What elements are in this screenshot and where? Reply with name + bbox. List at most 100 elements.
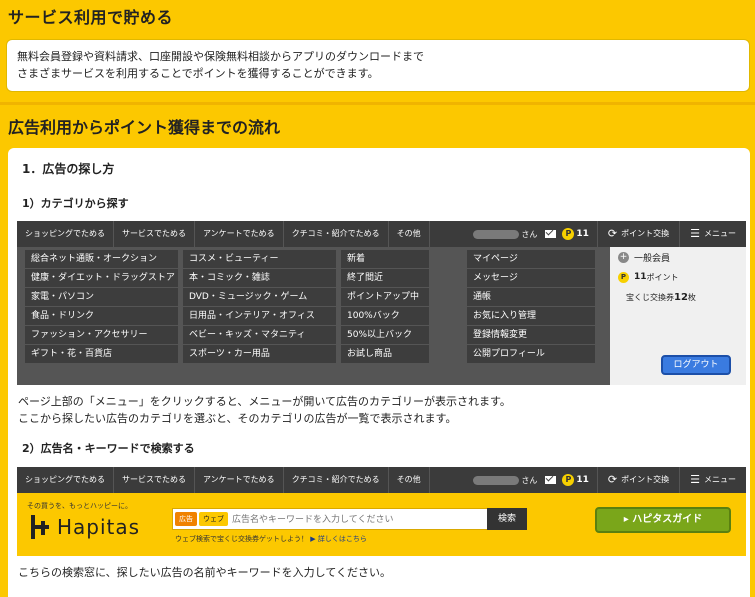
nav-tab-shopping[interactable]: ショッピングでためる [17,467,114,493]
web-search-note: ウェブ検索で宝くじ交換券ゲットしよう！ ▶ 詳しくはこちら [175,534,367,544]
nav-right: さん P 11 ⟳ ポイント交換 ☰ メニュー [473,467,746,493]
details-link[interactable]: ▶ 詳しくはこちら [310,535,367,543]
menu-item[interactable]: 公開プロフィール [467,345,595,363]
nav-tab-service[interactable]: サービスでためる [114,467,195,493]
username-blurred [473,475,520,485]
intro-box: 無料会員登録や資料請求、口座開設や保険無料相談からアプリのダウンロードまで さま… [6,39,750,92]
refresh-icon: ⟳ [607,227,618,240]
nav-tab-other[interactable]: その他 [389,221,430,247]
menu-item[interactable]: 50%以上バック [341,326,429,344]
nav-tab-service[interactable]: サービスでためる [114,221,195,247]
menu-item[interactable]: ファッション・アクセサリー [25,326,178,344]
point-exchange-button[interactable]: ⟳ ポイント交換 [596,467,679,493]
menu-item[interactable]: 日用品・インテリア・オフィス [183,307,336,325]
username-blurred [473,229,520,239]
points-unit: ポイント [646,272,679,282]
menu-explanation: ページ上部の「メニュー」をクリックすると、メニューが開いて広告のカテゴリーが表示… [18,393,511,427]
menu-item[interactable]: 総合ネット通販・オークション [25,250,178,268]
hamburger-icon: ☰ [690,473,700,486]
menu-column-features: 新着 終了間近 ポイントアップ中 100%バック 50%以上バック お試し商品 [341,250,429,364]
section-title-flow: 広告利用からポイント獲得までの流れ [8,118,281,137]
menu-item[interactable]: ギフト・花・百貨店 [25,345,178,363]
nav-tab-review[interactable]: クチコミ・紹介でためる [284,467,389,493]
lottery-count: 12 [674,291,688,303]
lottery-row: 宝くじ交換券 12 枚 [610,287,746,307]
menu-item[interactable]: 通帳 [467,288,595,306]
menu-column-account: マイページ メッセージ 通帳 お気に入り管理 登録情報変更 公開プロフィール [467,250,595,364]
plus-icon: + [618,251,629,263]
nav-tab-survey[interactable]: アンケートでためる [195,467,284,493]
subheading-search: 2）広告名・キーワードで検索する [22,442,195,455]
point-exchange-label: ポイント交換 [621,229,670,238]
menu-button[interactable]: ☰ メニュー [679,467,746,493]
menu-item[interactable]: お試し商品 [341,345,429,363]
mail-icon[interactable] [545,230,557,238]
menu-item[interactable]: ポイントアップ中 [341,288,429,306]
point-coin-icon: P [618,271,629,283]
hamburger-icon: ☰ [690,227,700,240]
search-screenshot: ショッピングでためる サービスでためる アンケートでためる クチコミ・紹介でため… [17,467,746,556]
search-tab-web[interactable]: ウェブ [199,512,228,526]
logo-mark-icon [27,515,51,539]
nav-right: さん P 11 ⟳ ポイント交換 ☰ メニュー [473,221,746,247]
user-suffix: さん [521,229,538,239]
points-row: P 11 ポイント [610,267,746,287]
point-exchange-label: ポイント交換 [621,475,670,484]
nav-tab-other[interactable]: その他 [389,467,430,493]
menu-item[interactable]: スポーツ・カー用品 [183,345,336,363]
nav-tab-survey[interactable]: アンケートでためる [195,221,284,247]
menu-item[interactable]: 終了間近 [341,269,429,287]
menu-item[interactable]: メッセージ [467,269,595,287]
lottery-unit: 枚 [687,292,696,302]
menu-item[interactable]: ベビー・キッズ・マタニティ [183,326,336,344]
menu-item[interactable]: 新着 [341,250,429,268]
web-note-text: ウェブ検索で宝くじ交換券ゲットしよう！ [175,535,308,543]
flow-content-box: 1．広告の探し方 1）カテゴリから探す ショッピングでためる サービスでためる … [8,148,750,597]
top-nav: ショッピングでためる サービスでためる アンケートでためる クチコミ・紹介でため… [17,467,746,493]
hapitas-logo[interactable]: Hapitas [27,515,140,539]
panel-points: 11 [634,272,647,282]
menu-item[interactable]: 食品・ドリンク [25,307,178,325]
menu-item[interactable]: お気に入り管理 [467,307,595,325]
menu-column-categories-2: コスメ・ビューティー 本・コミック・雑誌 DVD・ミュージック・ゲーム 日用品・… [183,250,336,364]
member-rank: 一般会員 [634,253,671,264]
menu-item[interactable]: DVD・ミュージック・ゲーム [183,288,336,306]
menu-column-categories: 総合ネット通販・オークション 健康・ダイエット・ドラッグストア 家電・パソコン … [25,250,178,364]
logo-tagline: その買うを、もっとハッピーに。 [27,502,132,510]
menu-item[interactable]: マイページ [467,250,595,268]
point-coin-icon: P [562,474,575,486]
search-banner: その買うを、もっとハッピーに。 Hapitas 広告 ウェブ 検索 ウェブ検索で… [17,493,746,556]
menu-item[interactable]: 健康・ダイエット・ドラッグストア [25,269,178,287]
explanation-line: ここから探したい広告のカテゴリを選ぶと、そのカテゴリの広告が一覧で表示されます。 [18,412,457,425]
menu-item[interactable]: 家電・パソコン [25,288,178,306]
search-explanation: こちらの検索窓に、探したい広告の名前やキーワードを入力してください。 [18,566,392,579]
logout-button[interactable]: ログアウト [661,355,731,375]
menu-item[interactable]: コスメ・ビューティー [183,250,336,268]
divider [0,102,755,105]
subheading-category: 1）カテゴリから探す [22,197,129,210]
section-title-service: サービス利用で貯める [8,8,174,27]
menu-item[interactable]: 本・コミック・雑誌 [183,269,336,287]
menu-label: メニュー [704,475,736,484]
nav-points: 11 [576,229,589,239]
lottery-label: 宝くじ交換券 [626,292,674,302]
nav-tab-review[interactable]: クチコミ・紹介でためる [284,221,389,247]
menu-item[interactable]: 100%バック [341,307,429,325]
search-box: 広告 ウェブ [172,508,502,530]
nav-points: 11 [576,475,589,485]
mail-icon[interactable] [545,476,557,484]
step-title: 1．広告の探し方 [22,162,115,176]
menu-label: メニュー [704,229,736,238]
search-tab-ad[interactable]: 広告 [175,512,197,526]
intro-line: 無料会員登録や資料請求、口座開設や保険無料相談からアプリのダウンロードまで [17,50,424,63]
guide-button[interactable]: ▸ ハピタスガイド [595,507,731,533]
menu-item[interactable]: 登録情報変更 [467,326,595,344]
explanation-line: ページ上部の「メニュー」をクリックすると、メニューが開いて広告のカテゴリーが表示… [18,395,511,408]
nav-tab-shopping[interactable]: ショッピングでためる [17,221,114,247]
menu-button[interactable]: ☰ メニュー [679,221,746,247]
menu-screenshot: ショッピングでためる サービスでためる アンケートでためる クチコミ・紹介でため… [17,221,746,385]
search-input[interactable] [232,514,462,524]
user-suffix: さん [521,475,538,485]
point-exchange-button[interactable]: ⟳ ポイント交換 [596,221,679,247]
search-button[interactable]: 検索 [487,508,527,530]
